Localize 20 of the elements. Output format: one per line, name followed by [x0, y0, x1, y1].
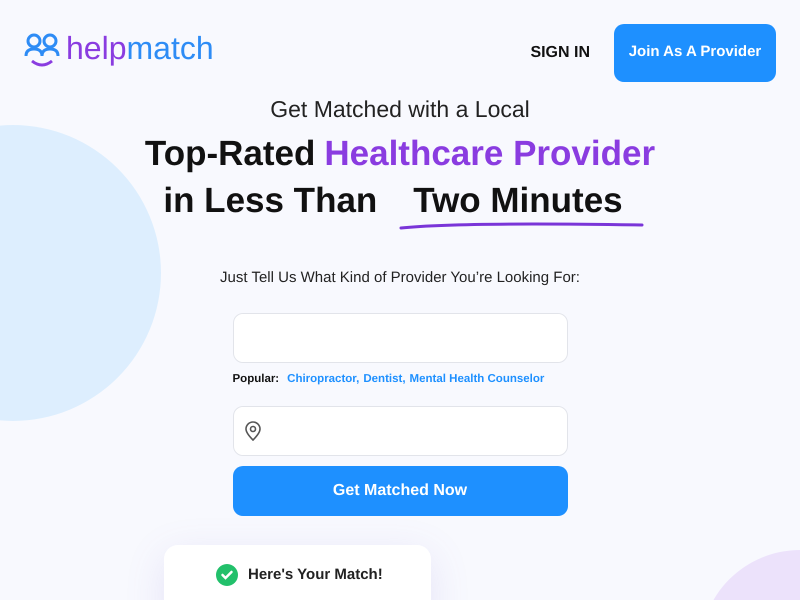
logo-text[interactable]: helpmatch — [66, 32, 214, 64]
location-field[interactable] — [232, 406, 568, 456]
headline-text: in Less Than — [163, 180, 378, 222]
check-circle-icon — [216, 564, 238, 586]
form-prompt: Just Tell Us What Kind of Provider You’re Looking For: — [220, 268, 580, 288]
sign-in-link[interactable]: SIGN IN — [530, 40, 590, 64]
headline-text: Top-Rated — [144, 132, 316, 174]
popular-link[interactable]: Mental Health Counselor — [410, 371, 544, 388]
popular-label: Popular: — [232, 372, 280, 387]
match-card-title: Here's Your Match! — [248, 565, 383, 585]
logo-people-icon — [24, 32, 62, 70]
map-pin-icon — [244, 421, 262, 442]
subheading: Get Matched with a Local — [270, 95, 530, 124]
get-matched-button[interactable]: Get Matched Now — [232, 466, 568, 516]
join-provider-button[interactable]: Join As A Provider — [614, 24, 776, 82]
headline-highlight: Healthcare Provider — [324, 132, 656, 174]
headline-underlined-text: Two Minutes — [412, 180, 624, 220]
provider-search-field[interactable] — [232, 313, 568, 363]
popular-link[interactable]: Chiropractor, — [287, 371, 360, 388]
popular-link[interactable]: Dentist, — [363, 371, 406, 388]
